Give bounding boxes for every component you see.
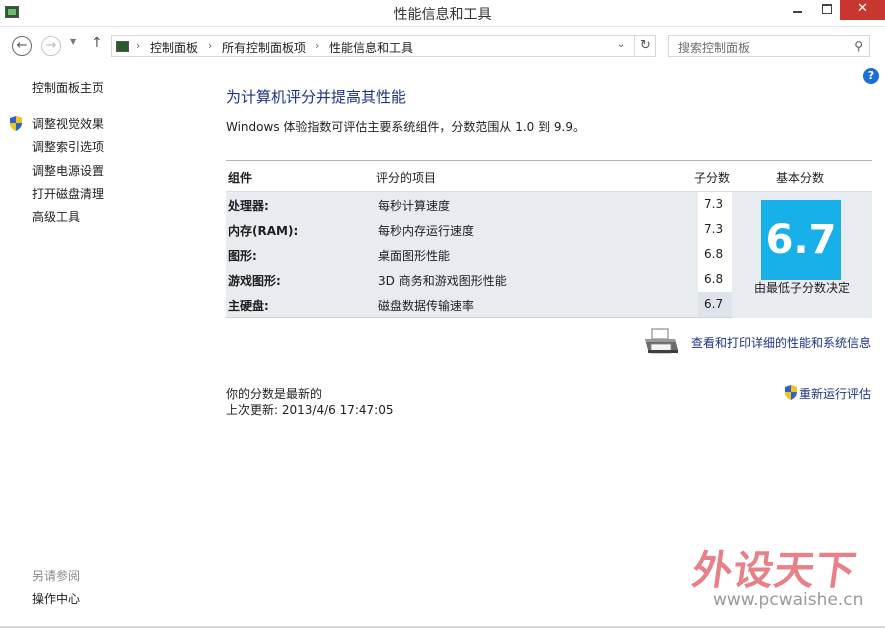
- help-icon[interactable]: ?: [863, 68, 879, 84]
- uac-shield-icon: [785, 385, 797, 400]
- page-description: Windows 体验指数可评估主要系统组件，分数范围从 1.0 到 9.9。: [226, 120, 585, 134]
- up-arrow-icon[interactable]: ↑: [91, 35, 103, 51]
- rated-item: 每秒内存运行速度: [378, 224, 475, 238]
- score-table-header: 组件 评分的项目 子分数 基本分数: [226, 160, 872, 192]
- sidebar-item-disk-cleanup[interactable]: 打开磁盘清理: [32, 185, 104, 202]
- breadcrumb-separator-icon[interactable]: ›: [136, 39, 140, 52]
- search-icon[interactable]: ⚲: [854, 39, 863, 53]
- navigation-bar: ← → ▼ ↑ › 控制面板 › 所有控制面板项 › 性能信息和工具 ⌄ ↻ 搜…: [0, 28, 885, 64]
- back-arrow-icon[interactable]: ←: [12, 36, 32, 56]
- uac-shield-icon: [10, 116, 22, 131]
- breadcrumb-performance[interactable]: 性能信息和工具: [329, 39, 413, 56]
- sidebar-item-action-center[interactable]: 操作中心: [32, 590, 80, 607]
- sidebar-control-panel-home[interactable]: 控制面板主页: [32, 79, 104, 96]
- rated-item: 3D 商务和游戏图形性能: [378, 274, 507, 288]
- header-base-score: 基本分数: [776, 171, 825, 185]
- sidebar-item-advanced-tools[interactable]: 高级工具: [32, 208, 80, 225]
- address-dropdown-icon[interactable]: ⌄: [617, 39, 625, 50]
- sidebar-item-visual-effects[interactable]: 调整视觉效果: [32, 115, 104, 132]
- forward-arrow-icon[interactable]: →: [41, 36, 61, 56]
- header-subscore: 子分数: [694, 171, 731, 185]
- breadcrumb-all-items[interactable]: 所有控制面板项: [222, 39, 306, 56]
- score-table-body: 处理器: 每秒计算速度 7.3 内存(RAM): 每秒内存运行速度 7.3 图形…: [226, 192, 872, 318]
- see-also-heading: 另请参阅: [32, 569, 81, 583]
- table-row: 游戏图形: 3D 商务和游戏图形性能 6.8: [226, 267, 732, 292]
- sidebar-item-power-settings[interactable]: 调整电源设置: [32, 162, 104, 179]
- header-component: 组件: [228, 171, 253, 185]
- recent-locations-dropdown-icon[interactable]: ▼: [70, 37, 76, 46]
- watermark-logo: 外设天下: [689, 547, 860, 594]
- component-label: 游戏图形:: [228, 274, 281, 288]
- table-row: 主硬盘: 磁盘数据传输速率 6.7: [226, 292, 732, 317]
- control-panel-icon: [116, 41, 129, 52]
- window-title: 性能信息和工具: [393, 7, 492, 23]
- subscore-value-lowest: 6.7: [698, 292, 732, 317]
- watermark-url: www.pcwaishe.cn: [713, 590, 864, 610]
- score-status: 你的分数是最新的: [226, 387, 323, 401]
- refresh-icon[interactable]: ↻: [634, 36, 656, 56]
- component-label: 图形:: [228, 249, 257, 263]
- rated-item: 桌面图形性能: [378, 249, 451, 263]
- component-label: 处理器:: [228, 199, 269, 213]
- table-row: 图形: 桌面图形性能 6.8: [226, 242, 732, 267]
- base-score-panel: 6.7 由最低子分数决定: [732, 192, 872, 318]
- component-label: 主硬盘:: [228, 299, 269, 313]
- printer-icon[interactable]: [643, 328, 679, 356]
- component-label: 内存(RAM):: [228, 224, 299, 238]
- subscore-value: 6.8: [698, 242, 732, 267]
- rated-item: 每秒计算速度: [378, 199, 451, 213]
- search-placeholder[interactable]: 搜索控制面板: [678, 39, 750, 56]
- subscore-value: 7.3: [698, 217, 732, 242]
- title-bar: 性能信息和工具 ✕: [0, 0, 885, 27]
- last-updated: 上次更新: 2013/4/6 17:47:05: [226, 403, 394, 417]
- subscore-value: 7.3: [698, 192, 732, 217]
- base-score-tile: 6.7: [761, 200, 841, 280]
- rerun-assessment-link[interactable]: 重新运行评估: [799, 385, 871, 402]
- header-rated-item: 评分的项目: [376, 171, 437, 185]
- breadcrumb-separator-icon[interactable]: ›: [208, 39, 212, 52]
- breadcrumb-control-panel[interactable]: 控制面板: [150, 39, 198, 56]
- rated-item: 磁盘数据传输速率: [378, 299, 475, 313]
- search-box[interactable]: 搜索控制面板 ⚲: [668, 35, 870, 57]
- table-row: 内存(RAM): 每秒内存运行速度 7.3: [226, 217, 732, 242]
- base-score-caption: 由最低子分数决定: [754, 281, 851, 295]
- page-title: 为计算机评分并提高其性能: [226, 88, 407, 106]
- view-print-details-link[interactable]: 查看和打印详细的性能和系统信息: [691, 334, 871, 351]
- subscore-value: 6.8: [698, 267, 732, 292]
- close-button[interactable]: ✕: [840, 0, 885, 20]
- breadcrumb-separator-icon[interactable]: ›: [315, 39, 319, 52]
- minimize-button[interactable]: [780, 0, 814, 20]
- table-row: 处理器: 每秒计算速度 7.3: [226, 192, 732, 217]
- sidebar-item-indexing-options[interactable]: 调整索引选项: [32, 138, 104, 155]
- maximize-button[interactable]: [814, 0, 840, 20]
- score-table: 组件 评分的项目 子分数 基本分数 处理器: 每秒计算速度 7.3 内存(RAM…: [226, 160, 872, 318]
- address-bar[interactable]: › 控制面板 › 所有控制面板项 › 性能信息和工具 ⌄ ↻: [111, 35, 656, 57]
